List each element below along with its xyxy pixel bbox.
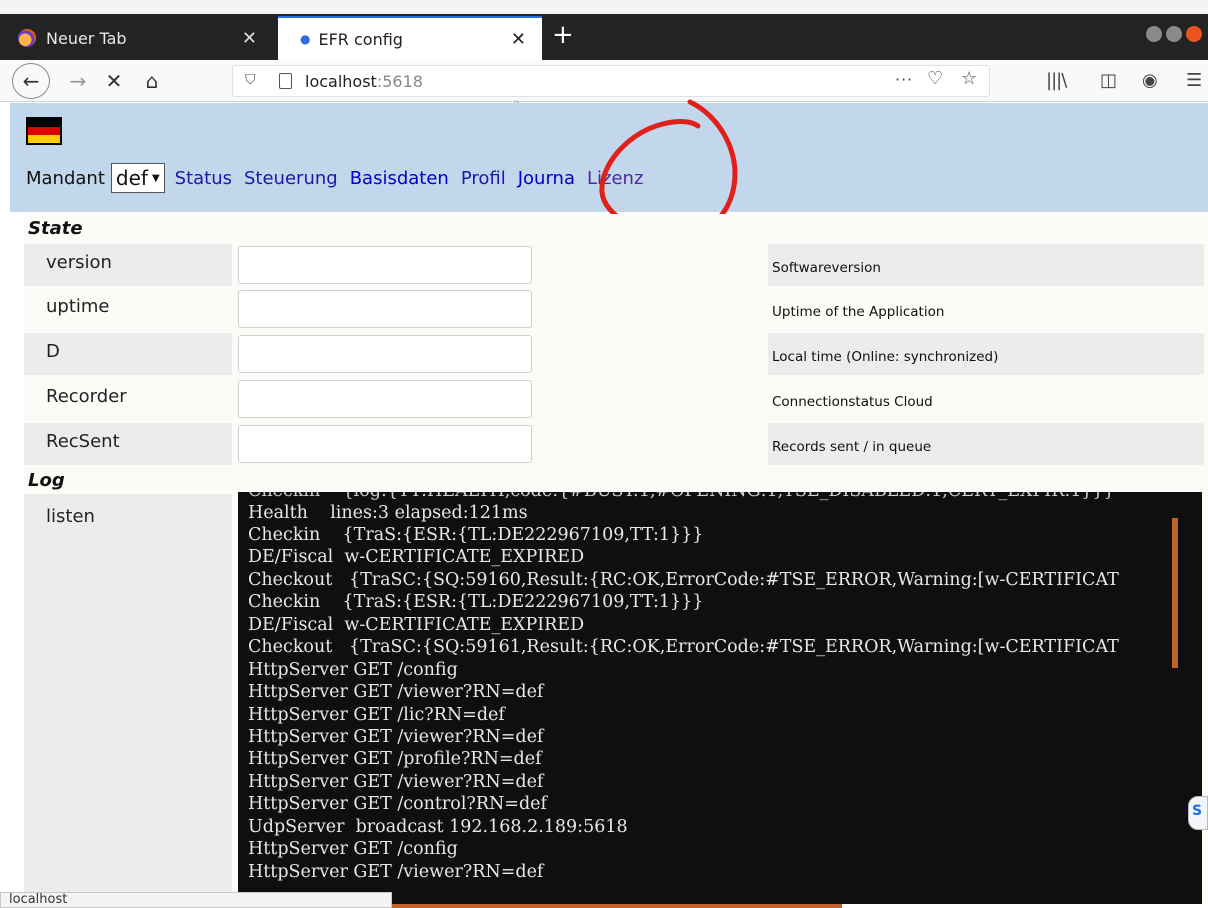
state-row-d: D Local time (Online: synchronized): [24, 333, 1208, 375]
hamburger-menu-icon[interactable]: ☰: [1186, 70, 1202, 91]
section-heading-log: Log: [28, 470, 65, 491]
window-controls: [1146, 26, 1202, 42]
nav-link-profil[interactable]: Profil: [461, 168, 506, 189]
home-button[interactable]: ⌂: [136, 66, 168, 96]
state-row-uptime: uptime Uptime of the Application: [24, 288, 1208, 330]
chevron-down-icon: ▼: [151, 172, 160, 184]
row-label: RecSent: [46, 431, 120, 452]
nav-link-status[interactable]: Status: [175, 168, 232, 189]
row-description: Local time (Online: synchronized): [772, 349, 999, 365]
home-icon: ⌂: [145, 69, 159, 93]
log-line: HttpServer GET /lic?RN=def: [248, 705, 505, 725]
row-description: Uptime of the Application: [772, 304, 945, 320]
tab-title: Neuer Tab: [46, 28, 127, 48]
log-row-label: listen: [46, 506, 95, 527]
uptime-field[interactable]: [238, 290, 532, 328]
row-description: Records sent / in queue: [772, 439, 932, 455]
tab-title: EFR config: [318, 29, 403, 49]
status-bar: localhost: [0, 892, 392, 908]
log-line: HttpServer GET /viewer?RN=def: [248, 727, 544, 747]
extension-badge-icon[interactable]: S: [1188, 796, 1208, 830]
arrow-left-icon: ←: [22, 69, 40, 93]
log-line: UdpServer broadcast 192.168.2.189:5618: [248, 817, 628, 837]
close-window-button[interactable]: [1186, 26, 1202, 42]
firefox-icon: [18, 29, 36, 47]
status-table: State version Softwareversion uptime Upt…: [24, 214, 1208, 904]
maximize-button[interactable]: [1166, 26, 1182, 42]
tab-efr-config[interactable]: ● EFR config ✕: [278, 16, 542, 60]
url-port: :5618: [376, 72, 423, 91]
back-button[interactable]: ←: [12, 63, 50, 99]
log-line: HttpServer GET /viewer?RN=def: [248, 772, 544, 792]
close-icon[interactable]: ✕: [242, 28, 257, 49]
library-icon[interactable]: |||\: [1046, 70, 1067, 91]
state-row-recsent: RecSent Records sent / in queue: [24, 423, 1208, 465]
row-label: D: [46, 341, 60, 362]
state-row-recorder: Recorder Connectionstatus Cloud: [24, 378, 1208, 420]
pocket-icon[interactable]: ♡: [927, 68, 943, 89]
nav-row: Mandant def ▼ Status Steuerung Basisdate…: [26, 163, 655, 193]
log-line: HttpServer GET /viewer?RN=def: [248, 862, 544, 882]
log-line: HttpServer GET /config: [248, 839, 458, 859]
row-description: Connectionstatus Cloud: [772, 394, 933, 410]
sidebar-icon[interactable]: ◫: [1100, 70, 1117, 91]
log-line: DE/Fiscal w-CERTIFICATE_EXPIRED: [248, 615, 585, 635]
section-heading-state: State: [28, 218, 83, 239]
page-info-icon[interactable]: [279, 73, 292, 89]
german-flag-icon[interactable]: [26, 117, 62, 145]
log-line: DE/Fiscal w-CERTIFICATE_EXPIRED: [248, 547, 585, 567]
row-label: uptime: [46, 296, 110, 317]
mandant-label: Mandant: [26, 167, 105, 189]
log-line: Checkin {log:{TT:HEALTH,code:{#BUSY:1,#O…: [248, 492, 1115, 502]
label-cell: [24, 494, 232, 904]
nav-link-steuerung[interactable]: Steuerung: [244, 168, 338, 189]
log-line: Checkout {TraSC:{SQ:59160,Result:{RC:OK,…: [248, 570, 1119, 590]
stop-button[interactable]: ✕: [98, 66, 130, 96]
nav-link-journal[interactable]: Journa: [518, 168, 575, 189]
log-line: HttpServer GET /viewer?RN=def: [248, 682, 544, 702]
arrow-right-icon: →: [69, 69, 87, 93]
version-field[interactable]: [238, 246, 532, 284]
d-field[interactable]: [238, 335, 532, 373]
log-line: Checkin {TraS:{ESR:{TL:DE222967109,TT:1}…: [248, 525, 704, 545]
mandant-value: def: [115, 166, 148, 190]
loading-dot-icon: ●: [300, 32, 311, 46]
bottom-scroll-indicator: [392, 904, 842, 908]
log-line: HttpServer GET /config: [248, 660, 458, 680]
recorder-field[interactable]: [238, 380, 532, 418]
url-host: localhost: [305, 72, 377, 91]
row-label: version: [46, 252, 112, 273]
log-line: Health lines:3 elapsed:121ms: [248, 503, 528, 523]
nav-link-basisdaten[interactable]: Basisdaten: [350, 168, 449, 189]
log-scrollbar[interactable]: [1172, 518, 1178, 668]
bookmark-star-icon[interactable]: ☆: [961, 68, 977, 89]
log-line: HttpServer GET /control?RN=def: [248, 794, 548, 814]
minimize-button[interactable]: [1146, 26, 1162, 42]
forward-button[interactable]: →: [62, 66, 94, 96]
new-tab-button[interactable]: +: [552, 20, 574, 50]
log-line: Checkin {TraS:{ESR:{TL:DE222967109,TT:1}…: [248, 592, 704, 612]
close-icon[interactable]: ✕: [511, 29, 526, 50]
browser-tab-strip: Neuer Tab ✕ ● EFR config ✕ +: [0, 0, 1208, 60]
address-bar[interactable]: ⛉ localhost:5618 ··· ♡ ☆: [232, 65, 990, 97]
state-row-version: version Softwareversion: [24, 244, 1208, 286]
url-text[interactable]: localhost:5618: [305, 72, 423, 91]
tracking-shield-icon[interactable]: ⛉: [245, 72, 256, 88]
recsent-field[interactable]: [238, 425, 532, 463]
tab-neuer-tab[interactable]: Neuer Tab ✕: [8, 16, 273, 60]
row-description: Softwareversion: [772, 260, 881, 276]
log-line: Checkout {TraSC:{SQ:59161,Result:{RC:OK,…: [248, 637, 1119, 657]
log-console[interactable]: Checkin {log:{TT:HEALTH,code:{#BUSY:1,#O…: [238, 492, 1202, 904]
account-icon[interactable]: ◉: [1142, 70, 1158, 91]
log-line: HttpServer GET /profile?RN=def: [248, 749, 542, 769]
stop-icon: ✕: [105, 69, 123, 93]
mandant-select[interactable]: def ▼: [110, 163, 165, 193]
row-label: Recorder: [46, 386, 127, 407]
page-actions-icon[interactable]: ···: [895, 70, 913, 89]
